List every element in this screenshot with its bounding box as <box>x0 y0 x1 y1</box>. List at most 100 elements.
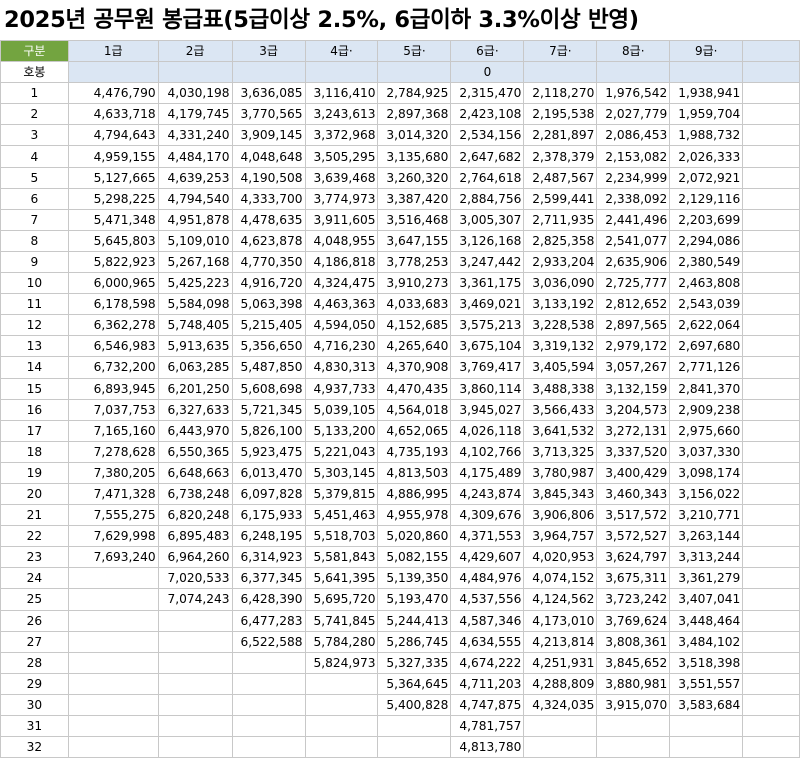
salary-cell: 3,319,132 <box>523 335 598 358</box>
salary-cell: 5,913,635 <box>157 335 233 358</box>
salary-cell: 4,951,878 <box>157 208 233 231</box>
salary-cell: 4,564,018 <box>377 398 452 421</box>
empty-cell <box>742 461 800 484</box>
step-cell: 26 <box>0 609 69 632</box>
table-row: 8 5,645,803 5,109,010 4,623,878 4,048,955 3,6… <box>0 229 800 252</box>
salary-cell: 4,633,718 <box>67 103 159 126</box>
salary-cell: 5,063,398 <box>231 293 306 316</box>
salary-cell: 3,405,594 <box>523 356 598 379</box>
salary-cell: 3,572,527 <box>596 525 671 548</box>
salary-cell: 3,036,090 <box>523 272 598 295</box>
salary-cell: 4,186,818 <box>304 250 379 274</box>
salary-cell <box>157 714 233 738</box>
salary-cell: 3,243,613 <box>304 103 379 126</box>
salary-cell: 3,910,273 <box>377 272 452 295</box>
salary-cell <box>157 693 233 717</box>
table-row: 29 5,364,645 4,711,203 4,288,809 3,880,981 3,… <box>0 672 800 695</box>
empty-cell <box>742 229 800 252</box>
empty-cell <box>742 504 800 527</box>
salary-cell: 2,812,652 <box>596 293 671 316</box>
pay-table: 구분 1급 2급 3급 4급· 5급· 6급· 7급· 8급· 9급· 호봉 0 1 4,476,790 4… <box>0 39 800 759</box>
table-row: 21 7,555,275 6,820,248 6,175,933 5,451,463 4,… <box>0 504 800 527</box>
salary-cell <box>523 736 598 759</box>
salary-cell: 2,195,538 <box>523 103 598 126</box>
salary-cell: 3,551,557 <box>669 672 744 695</box>
salary-cell: 1,988,732 <box>669 124 744 147</box>
salary-cell: 3,639,468 <box>304 166 379 189</box>
salary-cell: 5,695,720 <box>304 588 379 611</box>
salary-cell: 2,543,039 <box>669 293 744 316</box>
salary-cell: 5,641,395 <box>304 567 379 590</box>
empty-cell <box>742 398 800 421</box>
salary-cell: 7,629,998 <box>67 525 159 548</box>
table-row: 32 4,813,780 <box>0 736 800 759</box>
step-cell: 13 <box>0 335 69 358</box>
salary-cell: 5,822,923 <box>67 250 159 274</box>
salary-cell: 5,518,703 <box>304 525 379 548</box>
table-row: 11 6,178,598 5,584,098 5,063,398 4,463,363 4,… <box>0 293 800 316</box>
salary-cell: 2,784,925 <box>377 82 452 105</box>
salary-cell <box>67 651 159 674</box>
salary-cell: 3,361,279 <box>669 567 744 590</box>
salary-cell: 5,133,200 <box>304 419 379 442</box>
empty-cell <box>742 187 800 210</box>
salary-cell: 6,477,283 <box>231 609 306 632</box>
header-corner: 구분 <box>0 39 69 63</box>
salary-cell: 5,584,098 <box>157 293 233 316</box>
salary-cell: 4,030,198 <box>157 82 233 105</box>
empty-cell <box>742 714 800 738</box>
salary-cell <box>231 672 306 695</box>
salary-cell: 6,964,260 <box>157 546 233 569</box>
salary-cell <box>596 714 671 738</box>
salary-cell: 4,484,170 <box>157 145 233 168</box>
salary-cell: 4,735,193 <box>377 440 452 463</box>
salary-cell: 5,082,155 <box>377 546 452 569</box>
salary-cell: 3,098,174 <box>669 461 744 484</box>
salary-cell: 5,645,803 <box>67 229 159 252</box>
step-cell: 15 <box>0 377 69 400</box>
salary-cell: 6,522,588 <box>231 630 306 653</box>
salary-cell <box>157 609 233 632</box>
salary-cell: 4,243,874 <box>450 482 525 506</box>
salary-cell: 3,911,605 <box>304 208 379 231</box>
step-cell: 30 <box>0 693 69 717</box>
salary-cell: 5,400,828 <box>377 693 452 717</box>
salary-cell <box>67 630 159 653</box>
salary-cell: 4,265,640 <box>377 335 452 358</box>
salary-cell: 4,484,976 <box>450 567 525 590</box>
salary-cell <box>304 736 379 759</box>
empty-cell <box>742 482 800 506</box>
subheader-cell <box>67 61 159 84</box>
salary-cell: 7,693,240 <box>67 546 159 569</box>
salary-cell: 3,769,417 <box>450 356 525 379</box>
salary-cell: 3,400,429 <box>596 461 671 484</box>
salary-cell: 4,309,676 <box>450 504 525 527</box>
salary-cell: 2,423,108 <box>450 103 525 126</box>
table-row: 3 4,794,643 4,331,240 3,909,145 3,372,968 3,0… <box>0 124 800 147</box>
empty-cell <box>742 567 800 590</box>
empty-cell <box>742 208 800 231</box>
table-row: 15 6,893,945 6,201,250 5,608,698 4,937,733 4,… <box>0 377 800 400</box>
step-cell: 5 <box>0 166 69 189</box>
salary-cell: 3,135,680 <box>377 145 452 168</box>
salary-cell: 3,488,338 <box>523 377 598 400</box>
step-cell: 20 <box>0 482 69 506</box>
salary-cell: 4,594,050 <box>304 314 379 337</box>
salary-cell: 1,938,941 <box>669 82 744 105</box>
salary-cell: 2,825,358 <box>523 229 598 252</box>
salary-cell: 7,380,205 <box>67 461 159 484</box>
table-row: 20 7,471,328 6,738,248 6,097,828 5,379,815 4,… <box>0 482 800 506</box>
salary-cell <box>304 672 379 695</box>
salary-cell: 5,721,345 <box>231 398 306 421</box>
salary-cell: 3,778,253 <box>377 250 452 274</box>
step-cell: 24 <box>0 567 69 590</box>
salary-cell: 4,476,790 <box>67 82 159 105</box>
grade-header: 3급 <box>231 39 306 63</box>
salary-cell: 6,000,965 <box>67 272 159 295</box>
salary-cell: 3,132,159 <box>596 377 671 400</box>
step-cell: 22 <box>0 525 69 548</box>
salary-cell: 2,129,116 <box>669 187 744 210</box>
salary-cell: 3,272,131 <box>596 419 671 442</box>
salary-cell: 4,470,435 <box>377 377 452 400</box>
empty-cell <box>742 440 800 463</box>
